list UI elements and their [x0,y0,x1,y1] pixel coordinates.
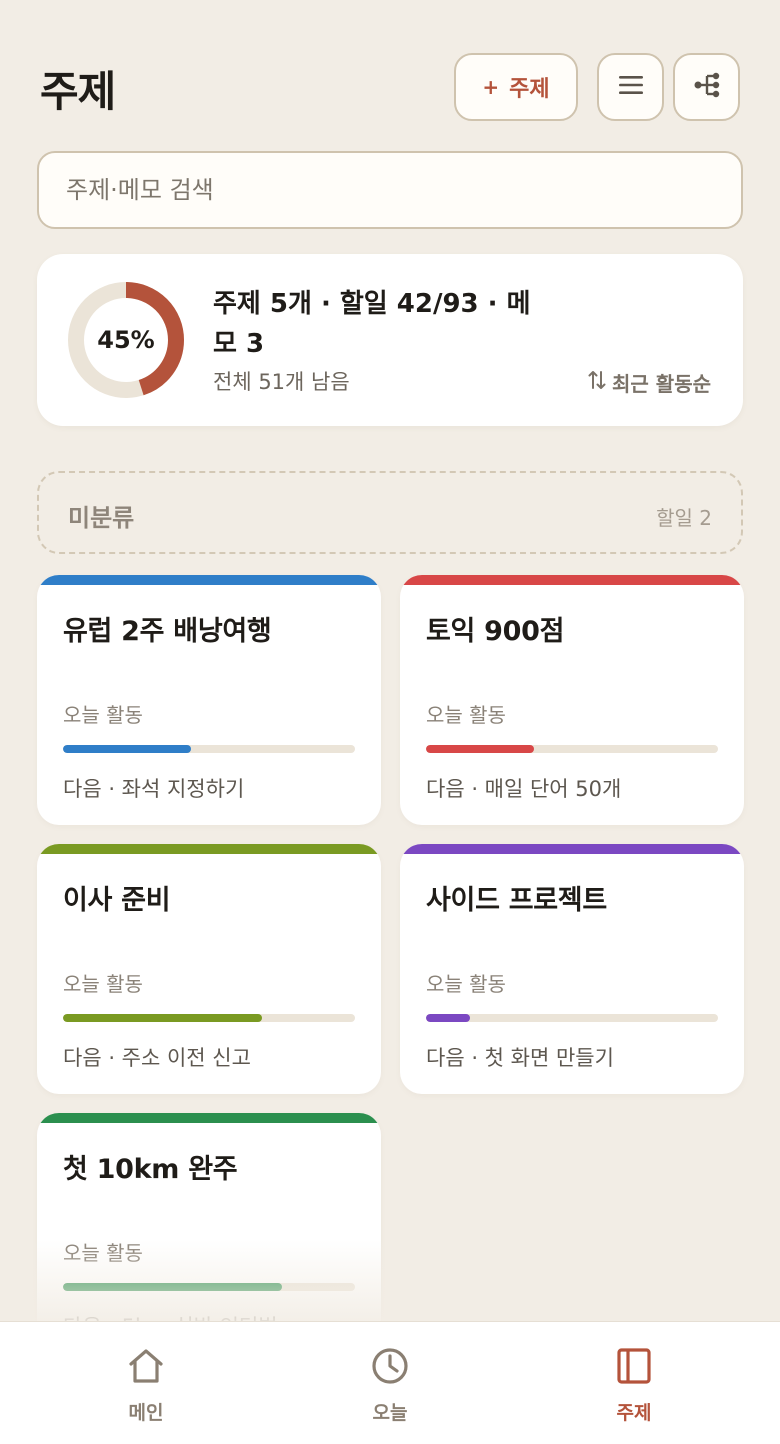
topic-progress-track [426,1014,718,1022]
nav-item-topics[interactable]: 주제 [574,1346,694,1425]
topic-card[interactable]: 이사 준비 오늘 활동 다음 · 주소 이전 신고 [37,844,381,1094]
topic-progress-track [63,1014,355,1022]
topic-color-stripe [37,844,381,854]
topic-title: 사이드 프로젝트 [426,885,607,916]
topic-progress-fill [63,745,192,753]
tree-view-icon [692,71,722,103]
topic-color-stripe [400,575,744,585]
page-title: 주제 [40,67,116,116]
topic-title: 토익 900점 [426,616,565,647]
nav-label: 메인 [128,1402,164,1424]
topic-progress-fill [63,1014,262,1022]
topic-activity: 오늘 활동 [63,1241,143,1265]
topic-progress-fill [426,1014,470,1022]
summary-card: 45% 주제 5개 · 할일 42/93 · 메모 3 전체 51개 남음 최근… [37,254,743,426]
topic-next-task: 다음 · 주소 이전 신고 [63,1046,251,1070]
topic-next-task: 다음 · 첫 화면 만들기 [426,1046,614,1070]
topic-color-stripe [37,1113,381,1123]
search-input[interactable] [66,176,714,204]
topic-title: 첫 10km 완주 [63,1154,238,1185]
topic-progress-fill [63,1283,282,1291]
topic-progress-fill [426,745,535,753]
topic-progress-track [63,745,355,753]
uncategorized-count: 할일 2 [656,506,712,530]
nav-label: 오늘 [372,1402,408,1424]
nav-item-today[interactable]: 오늘 [330,1346,450,1425]
uncategorized-label: 미분류 [68,504,135,532]
topic-card[interactable]: 토익 900점 오늘 활동 다음 · 매일 단어 50개 [400,575,744,825]
topic-title: 유럽 2주 배낭여행 [63,616,272,647]
nav-label: 주제 [616,1402,652,1424]
topic-next-task: 다음 · 매일 단어 50개 [426,777,622,801]
nav-item-main[interactable]: 메인 [86,1346,206,1425]
topic-card[interactable]: 사이드 프로젝트 오늘 활동 다음 · 첫 화면 만들기 [400,844,744,1094]
sort-arrows-icon [588,368,612,397]
tree-view-button[interactable] [673,53,740,121]
topic-title: 이사 준비 [63,885,171,916]
summary-headline: 주제 5개 · 할일 42/93 · 메모 3 [213,289,531,359]
hamburger-menu-icon [617,74,645,100]
add-topic-button[interactable]: + 주제 [454,53,578,121]
progress-percent: 45% [97,326,155,354]
topic-color-stripe [400,844,744,854]
topic-card[interactable]: 유럽 2주 배낭여행 오늘 활동 다음 · 좌석 지정하기 [37,575,381,825]
sort-label: 최근 활동순 [612,372,711,396]
search-box [37,151,743,229]
plus-icon: + [482,75,500,99]
uncategorized-group[interactable]: 미분류 할일 2 [37,471,743,554]
home-icon [126,1346,166,1390]
topic-next-task: 다음 · 좌석 지정하기 [63,777,245,801]
add-topic-label: 주제 [509,77,550,102]
topic-progress-track [426,745,718,753]
sort-button[interactable]: 최근 활동순 [588,368,711,397]
topic-activity: 오늘 활동 [63,972,143,996]
topic-progress-track [63,1283,355,1291]
list-view-button[interactable] [597,53,664,121]
topic-activity: 오늘 활동 [63,703,143,727]
bottom-nav: 메인 오늘 주제 [0,1321,780,1444]
topic-activity: 오늘 활동 [426,703,506,727]
topics-screen: 주제 + 주제 주제·메모 검색 45% 주제 5개 · 할일 42/93 · … [0,0,780,1444]
notebook-icon [614,1346,654,1390]
topic-activity: 오늘 활동 [426,972,506,996]
clock-icon [370,1346,410,1390]
topic-color-stripe [37,575,381,585]
summary-remaining: 전체 51개 남음 [213,370,350,394]
